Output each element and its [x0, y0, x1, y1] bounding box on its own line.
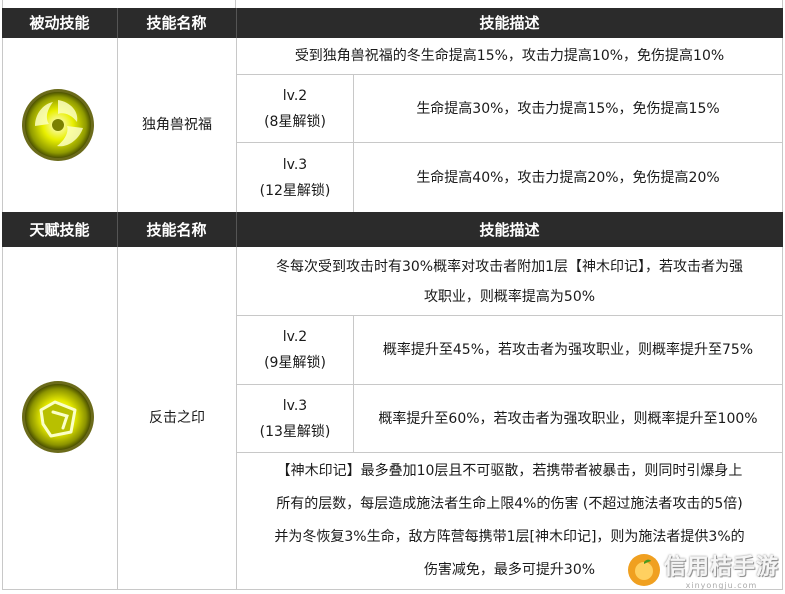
talent-skill-name: 反击之印	[149, 410, 205, 426]
orange-logo-icon	[627, 553, 660, 586]
unicorn-blessing-skill-icon	[22, 89, 94, 161]
passive-skill-name: 独角兽祝福	[142, 117, 212, 133]
note-line: 伤害减免，最多可提升30%	[423, 562, 596, 578]
passive-header-type: 被动技能	[2, 8, 117, 38]
note-line: 所有的层数，每层造成施法者生命上限4%的伤害 (不超过施法者攻击的5倍)	[276, 496, 743, 512]
talent-lv3-label: lv.3 (13星解锁)	[237, 385, 353, 452]
unlock-text: (9星解锁)	[264, 355, 326, 371]
counter-seal-skill-icon	[22, 381, 94, 453]
talent-lv3-desc: 概率提升至60%，若攻击者为强攻职业，则概率提升至100%	[378, 410, 758, 427]
level-text: lv.2	[282, 87, 308, 104]
desc-line: 冬每次受到攻击时有30%概率对攻击者附加1层【神木印记】，若攻击者为强	[275, 259, 744, 275]
skills-table: 被动技能 技能名称 技能描述 独角兽祝福 受到独角兽祝福的冬生命提高15%，攻击…	[2, 0, 783, 594]
passive-header-desc: 技能描述	[236, 8, 783, 38]
talent-lv2-label: lv.2 (9星解锁)	[237, 316, 353, 384]
passive-base-desc: 受到独角兽祝福的冬生命提高15%，攻击力提高10%，免伤提高10%	[294, 48, 725, 64]
watermark-url: xinyongju.com	[685, 581, 758, 590]
level-text: lv.2	[282, 329, 308, 345]
passive-lv2-desc: 生命提高30%，攻击力提高15%，免伤提高15%	[416, 100, 720, 117]
talent-header-name: 技能名称	[117, 212, 236, 247]
unlock-text: (8星解锁)	[264, 113, 326, 130]
talent-header-desc: 技能描述	[236, 212, 783, 247]
desc-line: 攻职业，则概率提高为50%	[423, 289, 596, 305]
passive-lv3-label: lv.3 (12星解锁)	[237, 143, 353, 212]
level-text: lv.3	[282, 397, 308, 414]
unlock-text: (12星解锁)	[259, 182, 331, 199]
talent-header-type: 天赋技能	[2, 212, 117, 247]
watermark: 信用桔手游 xinyongju.com	[627, 549, 779, 590]
unlock-text: (13星解锁)	[259, 423, 331, 440]
level-text: lv.3	[282, 156, 308, 173]
talent-base-desc: 冬每次受到攻击时有30%概率对攻击者附加1层【神木印记】，若攻击者为强 攻职业，…	[237, 249, 782, 315]
note-line: 【神木印记】最多叠加10层且不可驱散，若携带者被暴击，则同时引爆身上	[276, 463, 743, 479]
talent-lv2-desc: 概率提升至45%，若攻击者为强攻职业，则概率提升至75%	[382, 342, 754, 358]
passive-header-name: 技能名称	[117, 8, 236, 38]
passive-lv3-desc: 生命提高40%，攻击力提高20%，免伤提高20%	[416, 169, 720, 186]
passive-lv2-label: lv.2 (8星解锁)	[237, 75, 353, 142]
watermark-title: 信用桔手游	[663, 555, 779, 580]
